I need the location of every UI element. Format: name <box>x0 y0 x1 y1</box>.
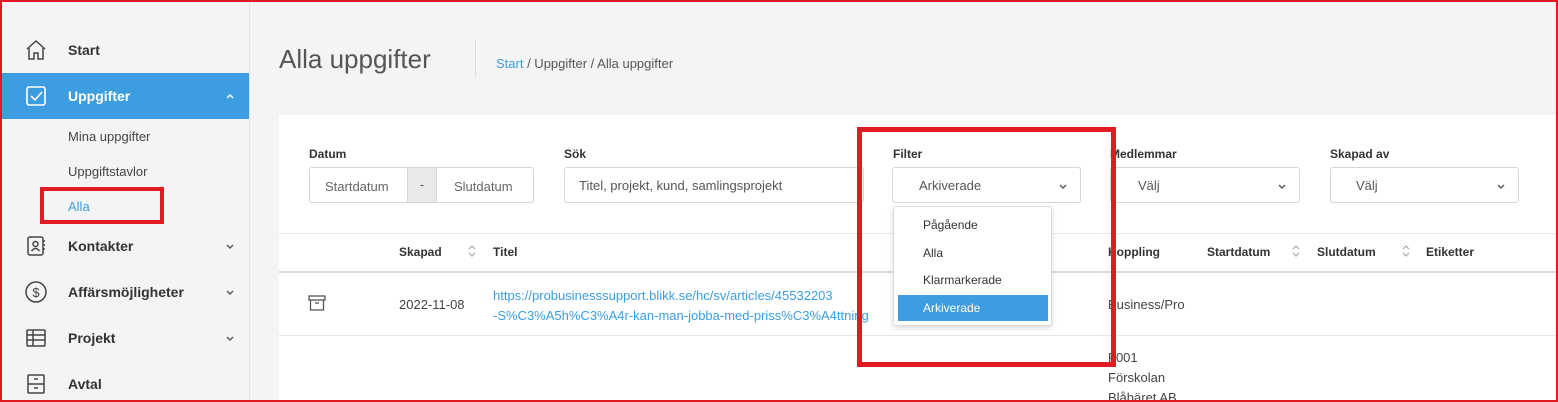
column-header-etiketter[interactable]: Etiketter <box>1426 245 1474 259</box>
search-input[interactable]: Titel, projekt, kund, samlingsprojekt <box>564 167 864 203</box>
start-date-input[interactable]: Startdatum <box>325 179 389 194</box>
subnav-item-alla[interactable]: Alla <box>68 199 90 214</box>
breadcrumb: Start / Uppgifter / Alla uppgifter <box>496 56 673 71</box>
skapad-av-label: Skapad av <box>1330 147 1390 161</box>
column-header-startdatum[interactable]: Startdatum <box>1207 245 1270 259</box>
chevron-down-icon[interactable] <box>224 240 236 252</box>
page-title: Alla uppgifter <box>279 44 431 74</box>
datum-label: Datum <box>309 147 347 161</box>
medlemmar-select[interactable]: Välj <box>1110 167 1300 203</box>
svg-text:$: $ <box>32 285 40 300</box>
dropdown-option-alla[interactable]: Alla <box>898 240 1048 266</box>
title-divider <box>475 40 476 76</box>
chevron-down-icon <box>1496 179 1506 194</box>
row-koppling-line1: F001 <box>1108 350 1138 365</box>
sort-icon[interactable] <box>1291 244 1301 263</box>
sort-icon[interactable] <box>1401 244 1411 263</box>
medlemmar-value: Välj <box>1138 178 1160 193</box>
sidebar-item-label: Affärsmöjligheter <box>68 284 184 300</box>
sidebar-item-avtal[interactable]: Avtal <box>0 361 249 402</box>
sidebar-item-start[interactable]: Start <box>0 27 249 73</box>
sidebar-item-label: Projekt <box>68 330 116 346</box>
row-titel-link-line2[interactable]: -S%C3%A5h%C3%A4r-kan-man-jobba-med-priss… <box>493 308 869 323</box>
chevron-down-icon <box>1277 179 1287 194</box>
sort-icon[interactable] <box>467 244 477 263</box>
chevron-up-icon[interactable] <box>224 90 236 102</box>
dropdown-option-arkiverade[interactable]: Arkiverade <box>898 295 1048 321</box>
highlight-box-alla <box>40 187 164 224</box>
row-skapad: 2022-11-08 <box>399 297 465 312</box>
sidebar-item-label: Kontakter <box>68 238 134 254</box>
contacts-icon <box>24 234 48 258</box>
chevron-down-icon[interactable] <box>224 332 236 344</box>
checkbox-icon <box>24 84 48 108</box>
table-icon <box>24 326 48 350</box>
medlemmar-label: Medlemmar <box>1110 147 1177 161</box>
breadcrumb-link-start[interactable]: Start <box>496 56 523 71</box>
filter-label: Filter <box>893 147 923 161</box>
sidebar-item-uppgifter[interactable]: Uppgifter <box>0 73 249 119</box>
sidebar-item-affarsmojligheter[interactable]: $ Affärsmöjligheter <box>0 269 249 315</box>
chevron-down-icon <box>1058 179 1068 194</box>
date-range-field: Startdatum - Slutdatum <box>309 167 534 203</box>
archive-icon[interactable] <box>308 295 326 314</box>
row-titel-link-line1[interactable]: https://probusinesssupport.blikk.se/hc/s… <box>493 288 833 303</box>
skapad-av-value: Välj <box>1356 178 1378 193</box>
sidebar: Start Uppgifter Mina uppgifter Uppgiftst… <box>0 0 250 402</box>
row-koppling-line3: Blåbäret AB <box>1108 390 1177 402</box>
dropdown-option-klarmarkerade[interactable]: Klarmarkerade <box>898 267 1048 293</box>
end-date-input[interactable]: Slutdatum <box>454 179 513 194</box>
subnav-item-uppgiftstavlor[interactable]: Uppgiftstavlor <box>68 164 147 179</box>
row-divider <box>279 335 1558 336</box>
sidebar-item-label: Start <box>68 42 100 58</box>
dollar-icon: $ <box>24 280 48 304</box>
search-placeholder: Titel, projekt, kund, samlingsprojekt <box>579 178 783 193</box>
breadcrumb-rest: / Uppgifter / Alla uppgifter <box>523 56 674 71</box>
subnav-item-mina-uppgifter[interactable]: Mina uppgifter <box>68 129 150 144</box>
row-koppling-line2: Förskolan <box>1108 370 1166 385</box>
cabinet-icon <box>24 372 48 396</box>
filter-value: Arkiverade <box>919 178 982 193</box>
column-header-koppling[interactable]: Koppling <box>1108 245 1160 259</box>
dropdown-option-pagaende[interactable]: Pågående <box>898 212 1048 238</box>
row-koppling: Business/Pro <box>1108 297 1185 312</box>
chevron-down-icon[interactable] <box>224 286 236 298</box>
home-icon <box>24 38 48 62</box>
sidebar-item-label: Avtal <box>68 376 102 392</box>
column-header-skapad[interactable]: Skapad <box>399 245 442 259</box>
sidebar-item-label: Uppgifter <box>68 88 131 104</box>
column-header-slutdatum[interactable]: Slutdatum <box>1317 245 1376 259</box>
filter-dropdown-menu: Pågående Alla Klarmarkerade Arkiverade <box>893 206 1052 326</box>
date-separator: - <box>407 168 437 202</box>
sidebar-item-projekt[interactable]: Projekt <box>0 315 249 361</box>
filter-select[interactable]: Arkiverade <box>892 167 1081 203</box>
sidebar-item-kontakter[interactable]: Kontakter <box>0 223 249 269</box>
column-header-titel[interactable]: Titel <box>493 245 517 259</box>
skapad-av-select[interactable]: Välj <box>1330 167 1519 203</box>
search-label: Sök <box>564 147 587 161</box>
